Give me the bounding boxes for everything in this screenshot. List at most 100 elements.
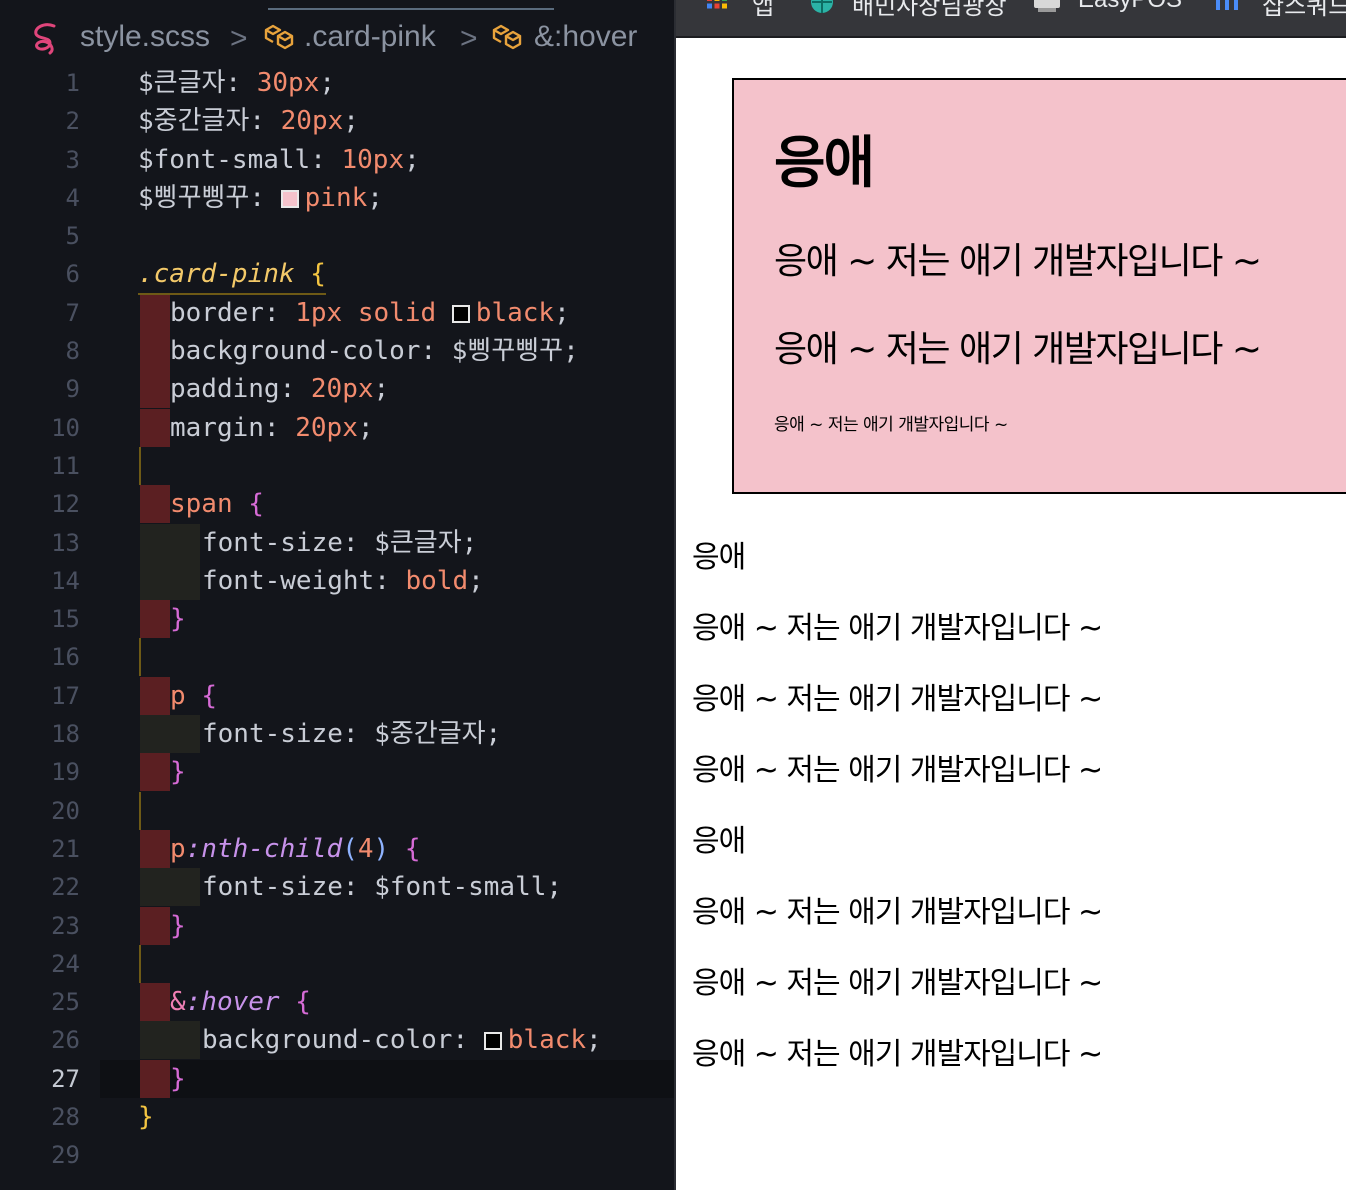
bookmark-apps[interactable]: 앱 xyxy=(752,0,774,21)
card-paragraph-small: 응애 ~ 저는 애기 개발자입니다 ~ xyxy=(774,415,1008,435)
code-line[interactable]: 13 font-size: $큰글자; xyxy=(0,523,674,562)
token-property: margin xyxy=(170,412,264,443)
indent-guide xyxy=(140,561,170,600)
line-number: 21 xyxy=(51,834,80,863)
code-line-text: &:hover { xyxy=(170,987,311,1018)
code-line-text: } xyxy=(170,910,186,941)
indent-guide xyxy=(140,1021,170,1060)
active-tab-indicator xyxy=(268,8,554,10)
line-number: 24 xyxy=(51,949,80,978)
code-line[interactable]: 16 xyxy=(0,638,674,677)
code-area[interactable]: 1 $큰글자: 30px; 2 $중간글자: 20px; 3 $font-sma… xyxy=(0,64,674,1175)
indent-guide xyxy=(170,715,200,754)
code-line[interactable]: 15 } xyxy=(0,600,674,639)
indent-guide xyxy=(140,293,170,332)
code-line[interactable]: 5 xyxy=(0,217,674,255)
bookmark-shopsquad[interactable]: 샵스쿼드 xyxy=(1262,0,1346,21)
line-number: 1 xyxy=(65,69,80,97)
code-line-text: } xyxy=(170,757,186,788)
code-line[interactable]: 18 font-size: $중간글자; xyxy=(0,715,674,754)
code-line[interactable]: 19 } xyxy=(0,753,674,792)
token-parent-selector: & xyxy=(170,987,186,1018)
code-line[interactable]: 10 margin: 20px; xyxy=(0,408,674,447)
code-line[interactable]: 7 border: 1px solid black; xyxy=(0,293,674,332)
token-variable: $삥꾸삥꾸 xyxy=(138,182,250,213)
plain-text: 응애 xyxy=(692,540,746,575)
plain-text: 응애 xyxy=(692,824,746,859)
code-line-text: font-size: $font-small; xyxy=(202,872,563,903)
code-line[interactable]: 12 span { xyxy=(0,485,674,524)
line-number: 5 xyxy=(65,222,80,251)
indent-guide xyxy=(139,446,141,485)
line-number: 12 xyxy=(51,490,80,519)
code-line[interactable]: 28 } xyxy=(0,1098,674,1136)
token-variable: $삥꾸삥꾸 xyxy=(451,336,564,367)
token-number: 20px xyxy=(295,412,358,443)
line-number: 3 xyxy=(65,145,80,174)
bookmark-baemin[interactable]: 배민사장님광장 xyxy=(852,0,1007,21)
code-line[interactable]: 6 .card-pink { xyxy=(0,255,674,293)
code-line[interactable]: 3 $font-small: 10px; xyxy=(0,141,674,179)
code-line-text: font-size: $큰글자; xyxy=(202,527,478,558)
code-line[interactable]: 14 font-weight: bold; xyxy=(0,561,674,600)
indent-guide xyxy=(140,1059,170,1098)
token-variable: $큰글자 xyxy=(374,527,462,558)
code-line[interactable]: 9 padding: 20px; xyxy=(0,370,674,409)
breadcrumb-symbol-hover[interactable]: &:hover xyxy=(534,20,637,54)
code-line-text: background-color: black; xyxy=(202,1025,602,1056)
code-line[interactable]: 2 $중간글자: 20px; xyxy=(0,102,674,140)
code-line[interactable]: 21 p:nth-child(4) { xyxy=(0,829,674,868)
code-line[interactable]: 29 xyxy=(0,1136,674,1174)
breadcrumb-symbol-card-pink[interactable]: .card-pink xyxy=(304,20,436,54)
code-line[interactable]: 11 xyxy=(0,446,674,485)
token-pseudo-class: :nth-child xyxy=(185,833,343,864)
code-editor[interactable]: style.scss > .card-pink > &:hover 1 $큰글자… xyxy=(0,0,674,1190)
printer-icon xyxy=(1034,0,1060,12)
line-number: 20 xyxy=(51,796,80,825)
token-variable: $font-small xyxy=(138,144,311,175)
code-line[interactable]: 23 } xyxy=(0,906,674,945)
token-property: font-weight xyxy=(202,565,375,596)
code-line[interactable]: 8 background-color: $삥꾸삥꾸; xyxy=(0,332,674,371)
code-line[interactable]: 22 font-size: $font-small; xyxy=(0,868,674,907)
indent-guide xyxy=(140,906,170,945)
code-line[interactable]: 17 p { xyxy=(0,676,674,715)
code-line[interactable]: 26 background-color: black; xyxy=(0,1021,674,1060)
token-property: padding xyxy=(170,374,280,405)
code-line[interactable]: 1 $큰글자: 30px; xyxy=(0,64,674,102)
token-number: 20px xyxy=(310,374,374,405)
card-pink[interactable]: 응애 응애 ~ 저는 애기 개발자입니다 ~ 응애 ~ 저는 애기 개발자입니다… xyxy=(732,78,1346,494)
token-color-keyword: black xyxy=(507,1025,587,1056)
indent-guide xyxy=(170,561,200,600)
breadcrumb-file[interactable]: style.scss xyxy=(80,20,210,54)
plain-text: 응애 ~ 저는 애기 개발자입니다 ~ xyxy=(692,895,1103,930)
card-title: 응애 xyxy=(774,131,875,196)
code-line-text: $font-small: 10px; xyxy=(138,144,420,175)
breadcrumb-separator: > xyxy=(230,22,248,55)
token-pseudo-class: :hover xyxy=(185,987,280,1018)
token-property: font-size xyxy=(202,719,343,750)
indent-guide xyxy=(140,983,170,1022)
indent-guide xyxy=(139,944,141,983)
code-line[interactable]: 24 xyxy=(0,944,674,983)
indent-guide xyxy=(170,523,200,562)
indent-guide xyxy=(139,791,141,830)
color-swatch-pink[interactable] xyxy=(280,189,299,208)
line-number: 16 xyxy=(51,643,80,672)
code-line[interactable]: 20 xyxy=(0,791,674,830)
code-line-active[interactable]: 27 } xyxy=(0,1059,674,1098)
color-swatch-black[interactable] xyxy=(483,1032,502,1051)
code-line[interactable]: 25 &:hover { xyxy=(0,983,674,1022)
page-viewport[interactable]: 응애 응애 ~ 저는 애기 개발자입니다 ~ 응애 ~ 저는 애기 개발자입니다… xyxy=(676,38,1346,1190)
bookmark-easypos[interactable]: EasyPOS xyxy=(1078,0,1182,14)
token-property: background-color xyxy=(202,1025,453,1056)
code-line-text: } xyxy=(170,1063,186,1094)
code-line[interactable]: 4 $삥꾸삥꾸: pink; xyxy=(0,179,674,217)
indent-guide xyxy=(140,523,170,562)
color-swatch-black[interactable] xyxy=(451,304,470,323)
card-paragraph: 응애 ~ 저는 애기 개발자입니다 ~ xyxy=(774,329,1262,370)
line-number: 28 xyxy=(51,1103,80,1132)
indent-guide xyxy=(140,753,170,792)
browser-window: 앱 배민사장님광장 EasyPOS 샵스쿼드 응애 응애 ~ 저는 애기 개발자… xyxy=(674,0,1346,1190)
line-number: 8 xyxy=(65,337,80,366)
